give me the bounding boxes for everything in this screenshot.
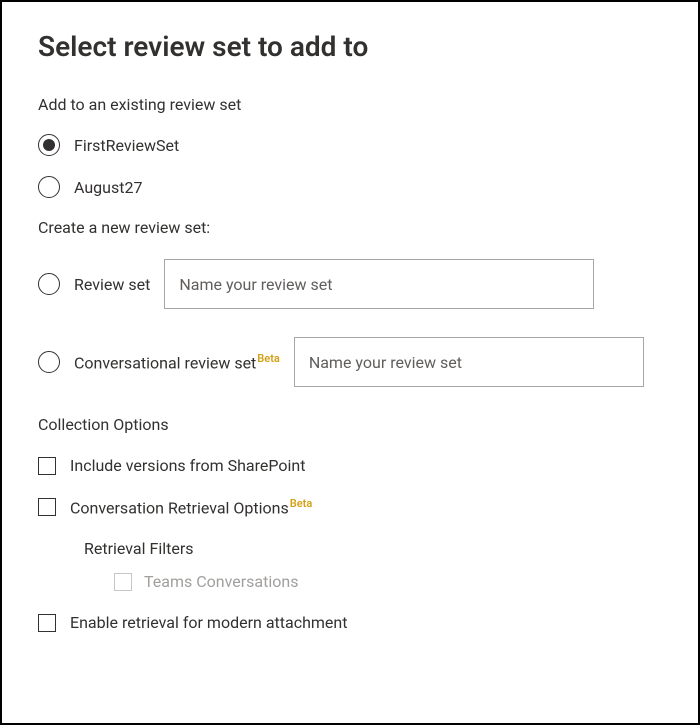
radio-review-set[interactable]: Review set xyxy=(38,259,662,309)
checkbox-include-versions[interactable]: Include versions from SharePoint xyxy=(38,456,662,475)
retrieval-filters-section: Retrieval Filters Teams Conversations xyxy=(84,539,662,591)
radio-icon xyxy=(38,351,60,373)
radio-label: Conversational review setBeta xyxy=(74,352,280,372)
checkbox-label: Include versions from SharePoint xyxy=(70,456,305,475)
radio-label: FirstReviewSet xyxy=(74,136,179,155)
checkbox-icon xyxy=(38,614,56,632)
checkbox-teams-conversations: Teams Conversations xyxy=(114,572,662,591)
page-title: Select review set to add to xyxy=(38,30,662,63)
checkbox-icon xyxy=(38,498,56,516)
checkbox-label-text: Conversation Retrieval Options xyxy=(70,498,289,517)
conversational-review-set-name-input[interactable] xyxy=(294,337,644,387)
radio-first-review-set[interactable]: FirstReviewSet xyxy=(38,134,662,156)
checkbox-icon xyxy=(38,457,56,475)
retrieval-filters-title: Retrieval Filters xyxy=(84,539,662,558)
checkbox-modern-attachment[interactable]: Enable retrieval for modern attachment xyxy=(38,613,662,632)
create-section-label: Create a new review set: xyxy=(38,218,662,237)
radio-label-text: Conversational review set xyxy=(74,353,256,372)
collection-options-title: Collection Options xyxy=(38,415,662,434)
radio-august27[interactable]: August27 xyxy=(38,176,662,198)
checkbox-label: Conversation Retrieval OptionsBeta xyxy=(70,497,312,517)
radio-icon xyxy=(38,134,60,156)
beta-badge: Beta xyxy=(257,352,280,365)
checkbox-icon xyxy=(114,573,132,591)
radio-label: August27 xyxy=(74,178,142,197)
radio-icon xyxy=(38,273,60,295)
radio-icon xyxy=(38,176,60,198)
radio-label: Review set xyxy=(74,275,150,294)
checkbox-label: Enable retrieval for modern attachment xyxy=(70,613,347,632)
review-set-name-input[interactable] xyxy=(164,259,594,309)
beta-badge: Beta xyxy=(290,497,313,510)
radio-conversational-review-set[interactable]: Conversational review setBeta xyxy=(38,337,662,387)
checkbox-conversation-retrieval[interactable]: Conversation Retrieval OptionsBeta xyxy=(38,497,662,517)
checkbox-label: Teams Conversations xyxy=(144,572,298,591)
existing-section-label: Add to an existing review set xyxy=(38,95,662,114)
